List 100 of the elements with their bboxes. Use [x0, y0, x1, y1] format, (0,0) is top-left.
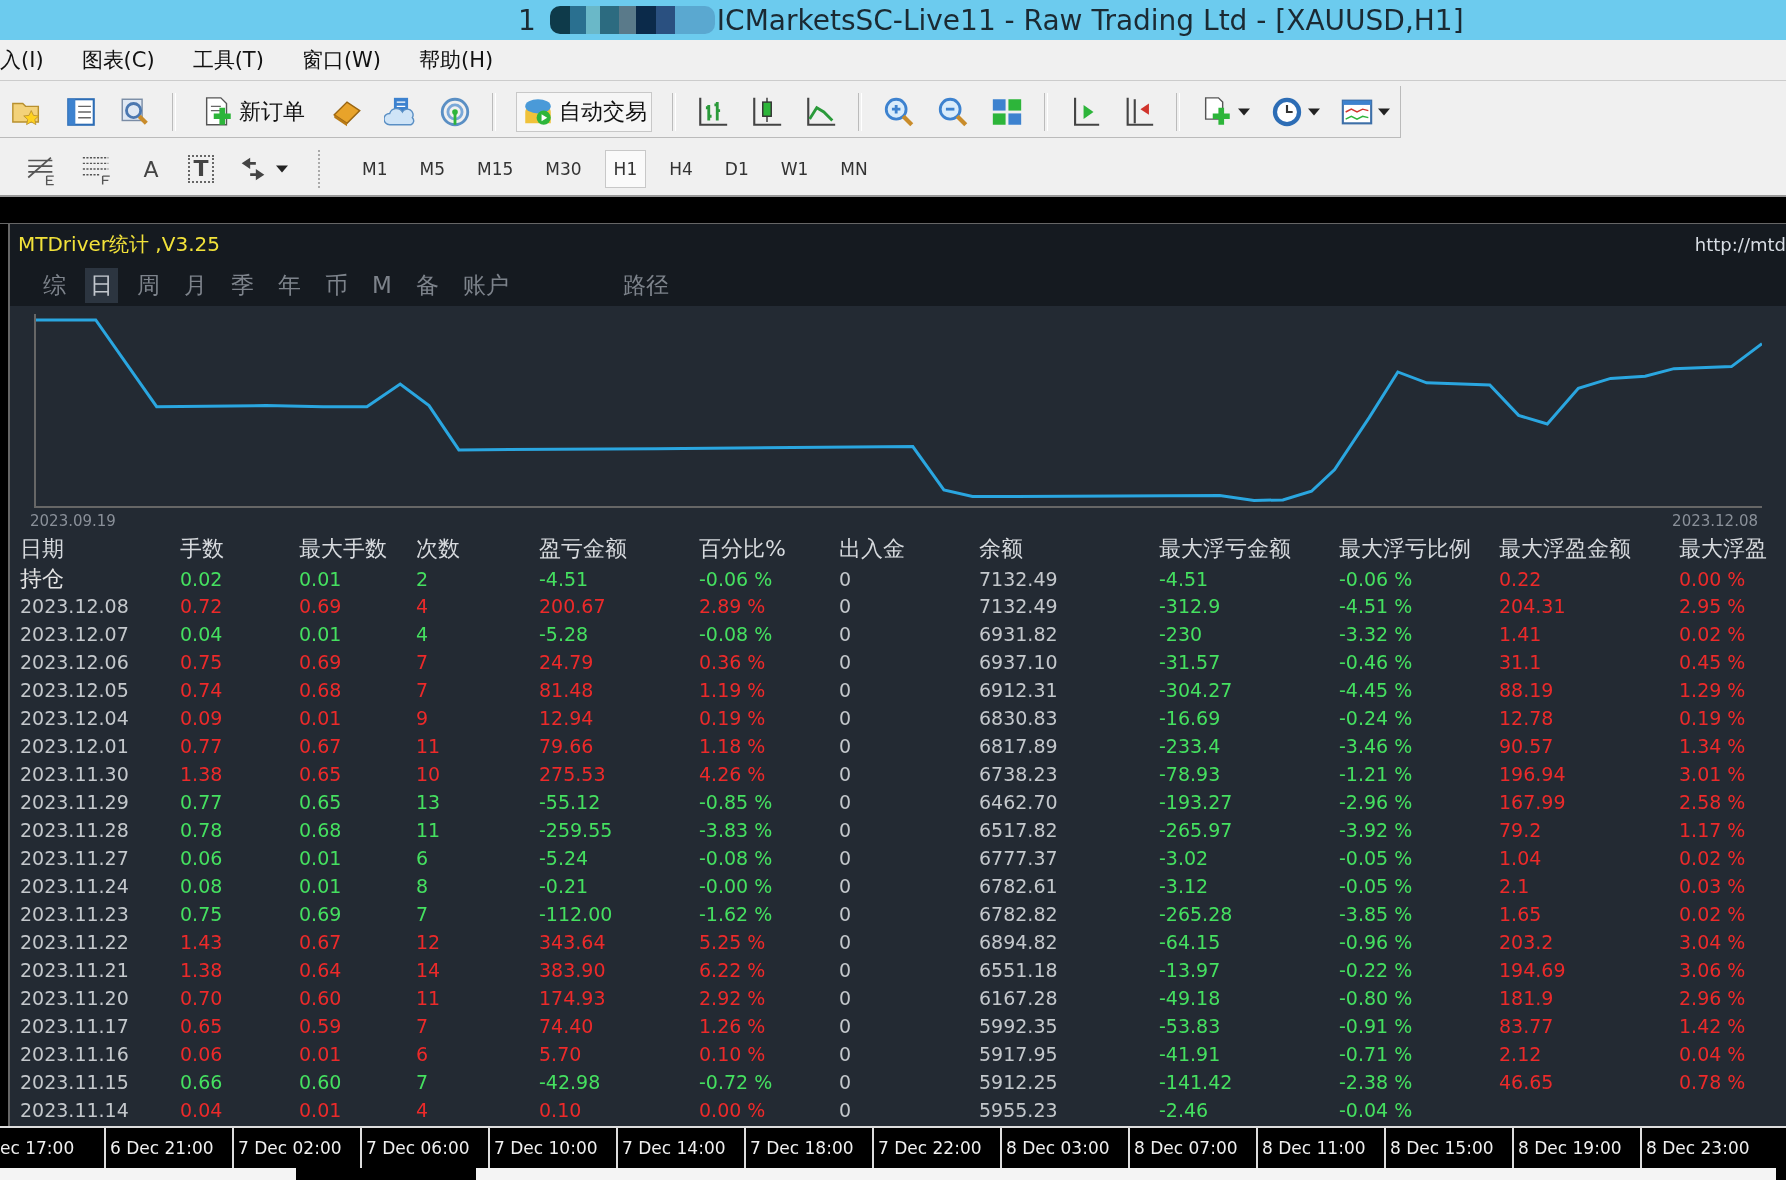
table-cell-text: 4: [416, 1099, 430, 1121]
new-order-button[interactable]: 新订单: [196, 91, 310, 132]
table-cell-text: -41.91: [1159, 1043, 1222, 1065]
period-tab[interactable]: 币: [320, 267, 353, 303]
caret-icon[interactable]: [1238, 107, 1250, 116]
table-cell-text: 0: [839, 735, 853, 757]
timeframe-button[interactable]: M15: [467, 150, 523, 188]
table-cell-text: 7: [416, 651, 430, 673]
menu-item[interactable]: 入(I): [0, 46, 44, 74]
table-cell-text: -3.46 %: [1339, 735, 1414, 757]
table-cell-text: 4.26 %: [699, 763, 767, 785]
timeframe-button[interactable]: D1: [715, 150, 758, 188]
table-cell-text: 0.10 %: [699, 1043, 767, 1065]
timeframe-button[interactable]: MN: [831, 150, 877, 188]
menu-item[interactable]: 工具(T): [192, 46, 264, 74]
period-tab[interactable]: 备: [410, 267, 444, 303]
table-cell-text: -0.72 %: [699, 1071, 774, 1093]
table-cell-text: 0.02: [180, 568, 224, 590]
caret-icon[interactable]: [276, 165, 288, 173]
table-cell-text: 6830.83: [979, 707, 1059, 729]
period-tab[interactable]: 月: [179, 267, 212, 303]
table-cell-text: 0: [839, 959, 853, 981]
caret-icon[interactable]: [1378, 107, 1390, 116]
table-cell-text: 0.68: [299, 679, 343, 701]
draw-tool-button[interactable]: T: [188, 155, 214, 183]
table-cell-text: 9: [416, 707, 430, 729]
timeframe-button[interactable]: H4: [660, 150, 702, 188]
table-cell-text: -2.46: [1159, 1099, 1210, 1121]
table-cell-text: -3.85 %: [1339, 903, 1414, 925]
path-tab[interactable]: 路径: [617, 267, 674, 303]
table-cell-text: 2023.12.06: [20, 651, 130, 673]
timeframe-button[interactable]: H1: [604, 150, 647, 188]
table-cell-text: 12.78: [1499, 707, 1555, 729]
table-cell-text: 0.01: [299, 623, 343, 645]
table-cell-text: 7: [416, 1015, 430, 1037]
table-cell-text: 2023.11.30: [20, 763, 130, 785]
start-date-label: 2023.09.19: [30, 512, 116, 530]
column-header: 最大浮盈金额: [1499, 535, 1632, 563]
table-cell-text: 0: [839, 679, 853, 701]
table-cell-text: 5.25 %: [699, 931, 767, 953]
table-cell-text: -265.97: [1159, 819, 1234, 841]
table-cell-text: -0.06 %: [699, 568, 774, 590]
table-cell-text: 0.01: [299, 875, 343, 897]
table-cell-text: -42.98: [539, 1071, 602, 1093]
table-cell-text: 5917.95: [979, 1043, 1059, 1065]
table-cell-text: 174.93: [539, 987, 607, 1009]
menu-item[interactable]: 窗口(W): [301, 46, 382, 74]
caret-icon[interactable]: [1308, 107, 1320, 116]
table-cell-text: 2023.11.21: [20, 959, 130, 981]
table-cell-text: 0.45 %: [1679, 651, 1747, 673]
menu-item[interactable]: 图表(C): [81, 46, 155, 74]
table-cell-text: -0.08 %: [699, 623, 774, 645]
period-tab[interactable]: 账户: [457, 267, 514, 303]
table-cell-text: 90.57: [1499, 735, 1555, 757]
period-tab[interactable]: 季: [226, 267, 259, 303]
period-tab[interactable]: 周: [132, 267, 165, 303]
table-cell-text: -4.51: [539, 568, 590, 590]
table-cell-text: 2023.11.27: [20, 847, 130, 869]
table-cell-text: -3.92 %: [1339, 819, 1414, 841]
draw-tool-button[interactable]: A: [136, 156, 166, 182]
table-cell-text: 0: [839, 595, 853, 617]
table-cell-text: -55.12: [539, 791, 602, 813]
table-cell-text: 0: [839, 623, 853, 645]
table-cell-text: 0.01: [299, 1043, 343, 1065]
menu-item[interactable]: 帮助(H): [419, 46, 494, 74]
table-cell-text: 0: [839, 847, 853, 869]
table-cell-text: 7: [416, 1071, 430, 1093]
column-header: 出入金: [839, 535, 906, 563]
website-link[interactable]: http://mtd: [1694, 233, 1786, 255]
table-cell-text: 1.17 %: [1679, 819, 1747, 841]
table-cell-text: 2023.11.22: [20, 931, 130, 953]
table-cell-text: 81.48: [539, 679, 595, 701]
timeframe-button[interactable]: M5: [410, 150, 454, 188]
auto-trading-button[interactable]: 自动交易: [516, 91, 652, 132]
table-cell-text: 14: [416, 959, 442, 981]
table-cell-text: 6937.10: [979, 651, 1059, 673]
table-cell-text: 6462.70: [979, 791, 1059, 813]
table-cell-text: 6777.37: [979, 847, 1059, 869]
timeframe-button[interactable]: M1: [353, 150, 397, 188]
period-tab[interactable]: 年: [273, 267, 306, 303]
table-cell-text: 0.06: [180, 847, 224, 869]
table-cell-text: 4: [416, 623, 430, 645]
table-cell-text: 200.67: [539, 595, 607, 617]
table-cell-text: 0.68: [299, 819, 343, 841]
period-tab[interactable]: M: [367, 270, 397, 300]
timeframe-button[interactable]: W1: [771, 150, 818, 188]
table-cell-text: 0.67: [299, 931, 343, 953]
table-cell-text: 5955.23: [979, 1099, 1059, 1121]
table-cell-text: -78.93: [1159, 763, 1222, 785]
table-cell-text: 0.69: [299, 903, 343, 925]
table-cell-text: -49.18: [1159, 987, 1222, 1009]
table-cell-text: -13.97: [1159, 959, 1222, 981]
column-header: 最大手数: [299, 535, 388, 563]
table-cell-text: -5.24: [539, 847, 590, 869]
table-cell-text: 2.58 %: [1679, 791, 1747, 813]
table-cell-text: 2.92 %: [699, 987, 767, 1009]
table-cell-text: 0.02 %: [1679, 903, 1747, 925]
period-tab[interactable]: 日: [85, 267, 118, 303]
period-tab[interactable]: 综: [38, 267, 71, 303]
timeframe-button[interactable]: M30: [536, 150, 591, 188]
